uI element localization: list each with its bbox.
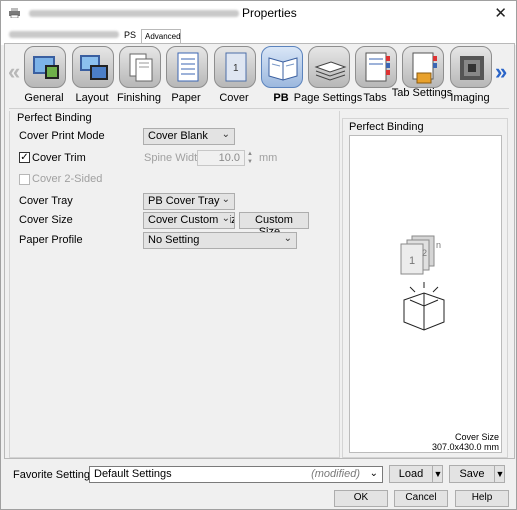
favorite-setting-value: Default Settings	[94, 468, 172, 480]
cover-print-mode-select[interactable]: Cover Blank ⌄	[143, 128, 235, 145]
preview-title: Perfect Binding	[349, 121, 424, 133]
cover-2sided-label: Cover 2-Sided	[32, 173, 103, 185]
close-icon[interactable]: ✕	[494, 4, 507, 22]
properties-window: Properties ✕ PS Advanced « » General Lay…	[0, 0, 517, 510]
title-obscured-printer-name	[29, 10, 239, 17]
preview-cover-size-value: 307.0x430.0 mm	[431, 442, 499, 452]
paper-profile-label: Paper Profile	[19, 234, 83, 246]
page-settings-icon	[308, 46, 350, 88]
tab-obscured-label	[9, 31, 119, 38]
spine-width-input[interactable]: 10.0	[197, 150, 245, 166]
layout-icon	[72, 46, 114, 88]
preview-area: 1 2 n Cover Size 307.0x430.0 mm	[349, 135, 502, 453]
imaging-icon	[450, 46, 492, 88]
custom-size-button[interactable]: Custom Size...	[239, 212, 309, 238]
general-icon	[24, 46, 66, 88]
cancel-button[interactable]: Cancel	[394, 490, 448, 507]
category-label: Imaging	[450, 92, 490, 104]
paper-icon	[166, 46, 208, 88]
save-button[interactable]: Save ▼	[449, 465, 505, 483]
perfect-binding-book-icon	[261, 46, 303, 88]
booklet-preview-icon: 1 2 n	[400, 235, 445, 331]
tab-advanced[interactable]: Advanced	[141, 29, 181, 43]
cover-tray-label: Cover Tray	[19, 195, 73, 207]
tab-ps[interactable]: PS	[121, 27, 141, 43]
cover-tray-value: PB Cover Tray	[148, 195, 220, 207]
paper-profile-value: No Setting	[148, 234, 200, 246]
favorite-modified-state: (modified)	[311, 468, 360, 480]
ok-button[interactable]: OK	[334, 490, 388, 507]
cover-size-select[interactable]: Cover Custom Size ⌄	[143, 212, 235, 229]
cover-print-mode-value: Cover Blank	[148, 130, 208, 142]
cover-icon: 1	[214, 46, 256, 88]
help-button[interactable]: Help	[455, 490, 509, 507]
spine-width-label: Spine Width	[144, 152, 204, 164]
favorite-setting-label: Favorite Setting	[13, 469, 91, 481]
save-dropdown-icon[interactable]: ▼	[494, 466, 505, 482]
page-n-label: n	[436, 240, 441, 250]
category-imaging[interactable]: Imaging	[448, 46, 492, 104]
tabs-icon	[355, 46, 397, 88]
chevron-down-icon: ⌄	[283, 233, 292, 244]
scroll-left-icon[interactable]: «	[8, 61, 20, 83]
section-title: Perfect Binding	[17, 112, 92, 124]
divider	[9, 108, 509, 109]
paper-profile-select[interactable]: No Setting ⌄	[143, 232, 297, 249]
title-bar: Properties ✕	[1, 1, 516, 25]
cover-print-mode-label: Cover Print Mode	[19, 130, 105, 142]
tab-settings-icon	[402, 46, 444, 88]
load-dropdown-icon[interactable]: ▼	[432, 466, 443, 482]
cover-2sided-checkbox[interactable]	[19, 174, 30, 185]
svg-text:1: 1	[233, 63, 239, 74]
page-1-label: 1	[409, 255, 415, 267]
chevron-down-icon: ⌄	[221, 129, 230, 140]
window-title: Properties	[242, 6, 297, 20]
page-2-label: 2	[422, 248, 427, 258]
spine-width-unit: mm	[259, 152, 278, 164]
preview-cover-size-label: Cover Size	[454, 432, 499, 442]
cover-trim-checkbox[interactable]: ✓	[19, 152, 30, 163]
chevron-down-icon: ⌄	[369, 468, 378, 479]
chevron-down-icon: ⌄	[221, 194, 230, 205]
load-label: Load	[398, 468, 424, 480]
load-button[interactable]: Load ▼	[389, 465, 443, 483]
cover-size-label: Cover Size	[19, 214, 73, 226]
save-label: Save	[459, 468, 485, 480]
cover-tray-select[interactable]: PB Cover Tray ⌄	[143, 193, 235, 210]
scroll-right-icon[interactable]: »	[495, 61, 507, 83]
printer-icon	[9, 8, 20, 18]
favorite-setting-select[interactable]: Default Settings (modified) ⌄	[89, 466, 383, 483]
finishing-icon	[119, 46, 161, 88]
spinner-arrows-icon[interactable]: ▲ ▼	[245, 150, 255, 166]
chevron-down-icon: ⌄	[219, 213, 230, 224]
cover-trim-label: Cover Trim	[32, 152, 86, 164]
